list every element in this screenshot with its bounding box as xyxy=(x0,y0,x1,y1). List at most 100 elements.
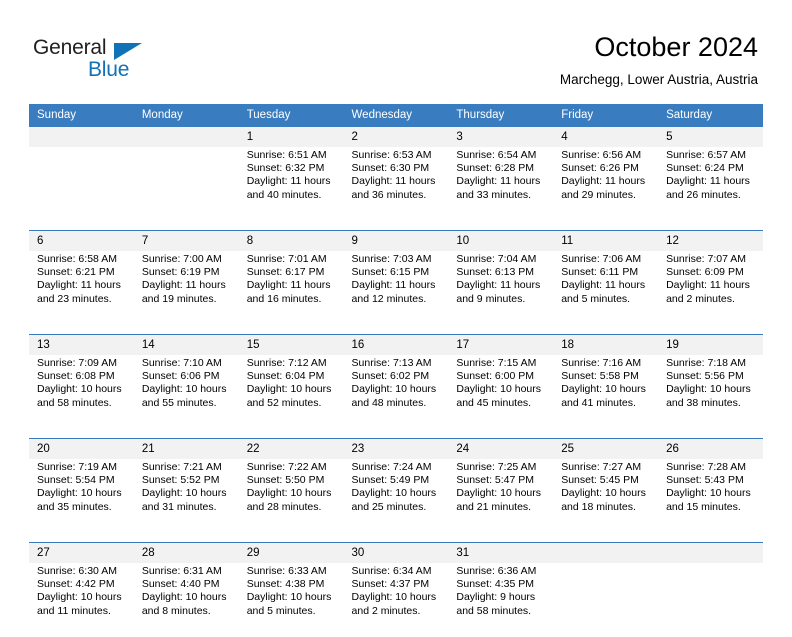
day-number[interactable]: 30 xyxy=(344,543,449,564)
week-spacer-cell xyxy=(344,429,449,439)
day-detail-line: Sunset: 6:19 PM xyxy=(142,266,233,279)
day-detail-line: Daylight: 10 hours xyxy=(456,487,547,500)
day-detail-line: and 33 minutes. xyxy=(456,189,547,202)
week-spacer-cell xyxy=(239,325,344,335)
day-detail-line: Sunset: 5:58 PM xyxy=(561,370,652,383)
day-detail-line: Daylight: 11 hours xyxy=(352,279,443,292)
day-detail: Sunrise: 6:31 AMSunset: 4:40 PMDaylight:… xyxy=(134,563,239,637)
day-number[interactable]: 3 xyxy=(448,127,553,148)
day-detail-line: Daylight: 11 hours xyxy=(456,279,547,292)
day-detail: Sunrise: 7:27 AMSunset: 5:45 PMDaylight:… xyxy=(553,459,658,533)
day-detail-line: Sunset: 5:52 PM xyxy=(142,474,233,487)
day-detail-line: Sunset: 5:54 PM xyxy=(37,474,128,487)
day-number[interactable]: 23 xyxy=(344,439,449,460)
day-detail-line: Sunrise: 7:21 AM xyxy=(142,461,233,474)
day-number[interactable]: 21 xyxy=(134,439,239,460)
day-detail-line: Daylight: 10 hours xyxy=(561,383,652,396)
day-detail-line: and 48 minutes. xyxy=(352,397,443,410)
day-detail-line: Daylight: 11 hours xyxy=(247,279,338,292)
weekday-header-friday: Friday xyxy=(553,104,658,127)
day-detail-line: and 16 minutes. xyxy=(247,293,338,306)
day-detail-line: Sunrise: 7:18 AM xyxy=(666,357,757,370)
week-spacer-cell xyxy=(344,325,449,335)
day-number[interactable]: 7 xyxy=(134,231,239,252)
day-number[interactable]: 11 xyxy=(553,231,658,252)
day-detail-line: Sunrise: 6:34 AM xyxy=(352,565,443,578)
day-number[interactable]: 25 xyxy=(553,439,658,460)
day-detail: Sunrise: 7:16 AMSunset: 5:58 PMDaylight:… xyxy=(553,355,658,429)
day-detail-line: Sunrise: 7:16 AM xyxy=(561,357,652,370)
day-detail-line: and 8 minutes. xyxy=(142,605,233,618)
day-number[interactable]: 19 xyxy=(658,335,763,356)
day-detail-line: and 40 minutes. xyxy=(247,189,338,202)
day-detail-line: and 11 minutes. xyxy=(37,605,128,618)
day-detail-line: Sunrise: 7:07 AM xyxy=(666,253,757,266)
day-detail-line: and 23 minutes. xyxy=(37,293,128,306)
day-number[interactable]: 12 xyxy=(658,231,763,252)
day-number[interactable]: 4 xyxy=(553,127,658,148)
day-detail-line: Sunset: 5:43 PM xyxy=(666,474,757,487)
day-detail-empty xyxy=(553,563,658,637)
calendar-page: General Blue October 2024 Marchegg, Lowe… xyxy=(0,0,792,612)
day-detail: Sunrise: 6:30 AMSunset: 4:42 PMDaylight:… xyxy=(29,563,134,637)
day-detail-line: Sunrise: 7:04 AM xyxy=(456,253,547,266)
day-number[interactable]: 20 xyxy=(29,439,134,460)
day-detail-line: Sunrise: 7:15 AM xyxy=(456,357,547,370)
logo-text-general: General xyxy=(33,36,106,60)
day-detail-line: Sunset: 6:11 PM xyxy=(561,266,652,279)
day-detail-line: Sunrise: 6:58 AM xyxy=(37,253,128,266)
week-daynumber-row: 13141516171819 xyxy=(29,335,763,356)
day-detail-line: Sunrise: 6:30 AM xyxy=(37,565,128,578)
day-detail-line: Daylight: 11 hours xyxy=(247,175,338,188)
week-spacer-cell xyxy=(344,533,449,543)
day-detail-line: Daylight: 10 hours xyxy=(37,383,128,396)
week-spacer-cell xyxy=(658,533,763,543)
day-detail-line: Daylight: 10 hours xyxy=(666,383,757,396)
day-detail-line: Daylight: 11 hours xyxy=(561,279,652,292)
week-detail-row: Sunrise: 6:58 AMSunset: 6:21 PMDaylight:… xyxy=(29,251,763,325)
day-number[interactable]: 13 xyxy=(29,335,134,356)
day-number[interactable]: 16 xyxy=(344,335,449,356)
day-detail-line: Sunrise: 6:31 AM xyxy=(142,565,233,578)
day-number[interactable]: 1 xyxy=(239,127,344,148)
day-detail: Sunrise: 7:13 AMSunset: 6:02 PMDaylight:… xyxy=(344,355,449,429)
day-number[interactable]: 29 xyxy=(239,543,344,564)
day-number[interactable]: 15 xyxy=(239,335,344,356)
day-detail-line: Daylight: 11 hours xyxy=(37,279,128,292)
day-detail-line: Sunrise: 7:28 AM xyxy=(666,461,757,474)
day-number[interactable]: 5 xyxy=(658,127,763,148)
day-number[interactable]: 8 xyxy=(239,231,344,252)
day-detail-line: Sunset: 6:06 PM xyxy=(142,370,233,383)
day-detail-line: Sunrise: 6:56 AM xyxy=(561,149,652,162)
day-detail-line: Daylight: 10 hours xyxy=(142,383,233,396)
day-detail: Sunrise: 6:57 AMSunset: 6:24 PMDaylight:… xyxy=(658,147,763,221)
day-number[interactable]: 2 xyxy=(344,127,449,148)
day-detail-line: Sunset: 6:30 PM xyxy=(352,162,443,175)
day-detail-line: Sunset: 4:37 PM xyxy=(352,578,443,591)
day-detail-line: and 41 minutes. xyxy=(561,397,652,410)
day-detail-line: and 18 minutes. xyxy=(561,501,652,514)
week-spacer-cell xyxy=(239,221,344,231)
day-detail-line: Sunrise: 7:09 AM xyxy=(37,357,128,370)
week-spacer-cell xyxy=(448,429,553,439)
day-number[interactable]: 10 xyxy=(448,231,553,252)
day-detail: Sunrise: 6:54 AMSunset: 6:28 PMDaylight:… xyxy=(448,147,553,221)
day-detail-line: Sunset: 4:35 PM xyxy=(456,578,547,591)
day-number[interactable]: 28 xyxy=(134,543,239,564)
day-number[interactable]: 6 xyxy=(29,231,134,252)
day-number[interactable]: 31 xyxy=(448,543,553,564)
day-number[interactable]: 24 xyxy=(448,439,553,460)
day-detail: Sunrise: 7:09 AMSunset: 6:08 PMDaylight:… xyxy=(29,355,134,429)
day-number[interactable]: 27 xyxy=(29,543,134,564)
day-detail-line: Sunrise: 7:25 AM xyxy=(456,461,547,474)
day-detail-line: and 5 minutes. xyxy=(247,605,338,618)
day-detail-line: Daylight: 10 hours xyxy=(666,487,757,500)
day-number[interactable]: 9 xyxy=(344,231,449,252)
day-number[interactable]: 14 xyxy=(134,335,239,356)
day-number[interactable]: 17 xyxy=(448,335,553,356)
day-detail-line: Sunset: 6:02 PM xyxy=(352,370,443,383)
day-number[interactable]: 22 xyxy=(239,439,344,460)
day-detail: Sunrise: 6:34 AMSunset: 4:37 PMDaylight:… xyxy=(344,563,449,637)
day-number[interactable]: 26 xyxy=(658,439,763,460)
day-number[interactable]: 18 xyxy=(553,335,658,356)
